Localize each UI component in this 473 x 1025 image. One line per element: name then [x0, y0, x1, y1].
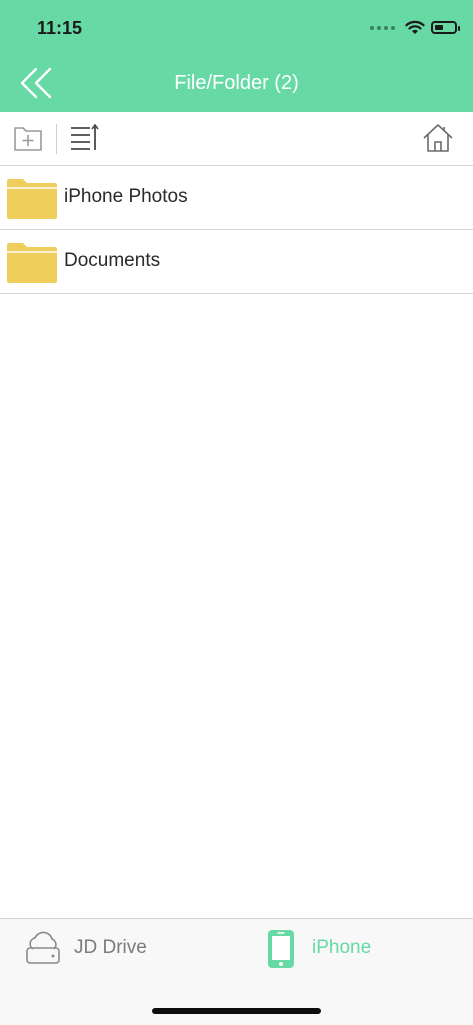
home-indicator	[152, 1008, 321, 1014]
tab-label: iPhone	[312, 937, 372, 958]
file-name: Documents	[64, 250, 161, 271]
new-folder-button[interactable]	[12, 122, 44, 154]
toolbar	[0, 112, 473, 166]
tab-label: JD Drive	[74, 937, 147, 958]
wifi-icon	[405, 20, 425, 34]
tab-iphone[interactable]: iPhone	[264, 919, 444, 979]
status-time: 11:15	[37, 18, 83, 38]
status-indicators	[370, 20, 460, 35]
sort-icon	[71, 123, 99, 150]
folder-row-iphone-photos[interactable]: iPhone Photos	[0, 166, 473, 230]
cloud-drive-icon	[26, 931, 60, 964]
folder-row-documents[interactable]: Documents	[0, 230, 473, 294]
home-icon	[423, 124, 453, 152]
page-title: File/Folder (2)	[174, 72, 299, 94]
home-button[interactable]	[422, 122, 454, 154]
folder-icon	[7, 179, 57, 219]
iphone-icon	[268, 930, 294, 968]
battery-icon	[431, 21, 460, 34]
new-folder-icon	[14, 127, 42, 151]
file-list: iPhone Photos Documents	[0, 166, 473, 294]
sort-button[interactable]	[68, 122, 100, 154]
folder-icon	[7, 243, 57, 283]
signal-icon	[370, 25, 395, 30]
toolbar-divider	[56, 124, 57, 154]
header-bar: 11:15 File/Folder (2)	[0, 0, 473, 112]
tab-jd-drive[interactable]: JD Drive	[24, 919, 204, 979]
file-name: iPhone Photos	[64, 186, 188, 207]
